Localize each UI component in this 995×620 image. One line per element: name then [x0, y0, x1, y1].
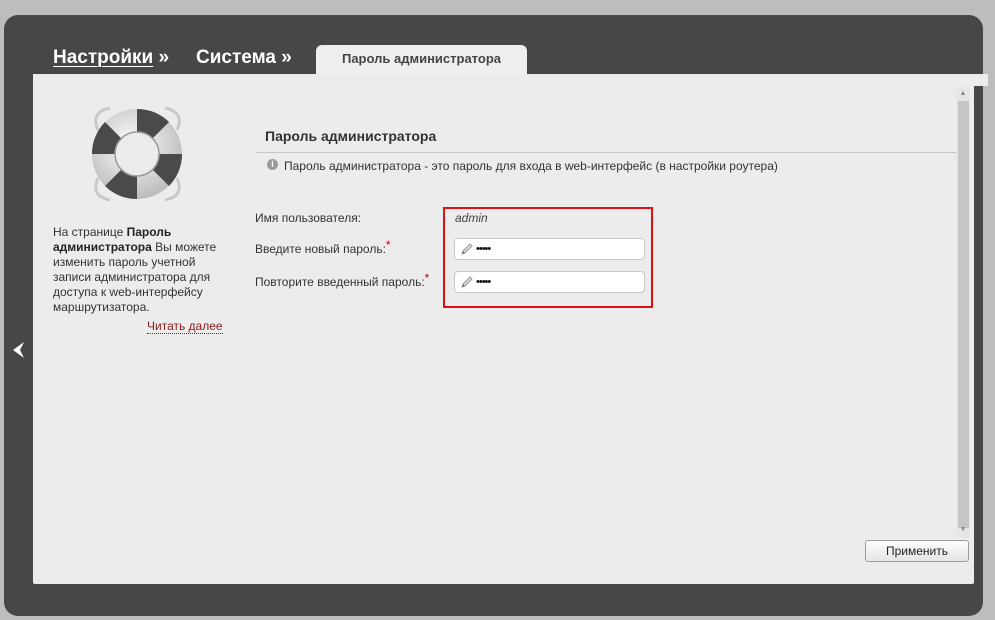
confirm-password-label-text: Повторите введенный пароль: — [255, 275, 425, 289]
highlight-box — [443, 207, 653, 308]
breadcrumb-system-label[interactable]: Система — [196, 47, 276, 68]
lifebuoy-icon — [91, 106, 183, 202]
breadcrumb-separator: » — [281, 47, 292, 68]
info-row: i Пароль администратора - это пароль для … — [267, 159, 778, 173]
help-prefix: На странице — [53, 225, 127, 239]
scroll-down-arrow-icon[interactable]: ▼ — [959, 526, 967, 534]
info-text: Пароль администратора - это пароль для в… — [284, 159, 778, 173]
confirm-password-label: Повторите введенный пароль:* — [255, 271, 429, 289]
username-label: Имя пользователя: — [255, 211, 362, 225]
required-mark: * — [385, 238, 391, 252]
breadcrumb-system[interactable]: Система » — [196, 47, 292, 69]
required-mark: * — [424, 271, 430, 285]
breadcrumb-settings[interactable]: Настройки » — [53, 47, 169, 69]
info-icon: i — [267, 159, 278, 171]
collapse-arrow-icon[interactable] — [10, 340, 28, 360]
sidebar-help-text: На странице Пароль администратора Вы мож… — [53, 225, 228, 315]
apply-button[interactable]: Применить — [865, 540, 969, 562]
new-password-label: Введите новый пароль:* — [255, 238, 391, 256]
read-more-link[interactable]: Читать далее — [147, 319, 223, 334]
new-password-label-text: Введите новый пароль: — [255, 242, 386, 256]
section-title: Пароль администратора — [265, 128, 437, 144]
breadcrumb-settings-label[interactable]: Настройки — [53, 47, 153, 68]
breadcrumb-separator: » — [158, 47, 170, 68]
scrollbar-thumb[interactable] — [958, 101, 969, 528]
section-divider — [256, 152, 956, 153]
tab-admin-password[interactable]: Пароль администратора — [316, 45, 527, 75]
scroll-up-arrow-icon[interactable]: ▲ — [959, 90, 967, 98]
